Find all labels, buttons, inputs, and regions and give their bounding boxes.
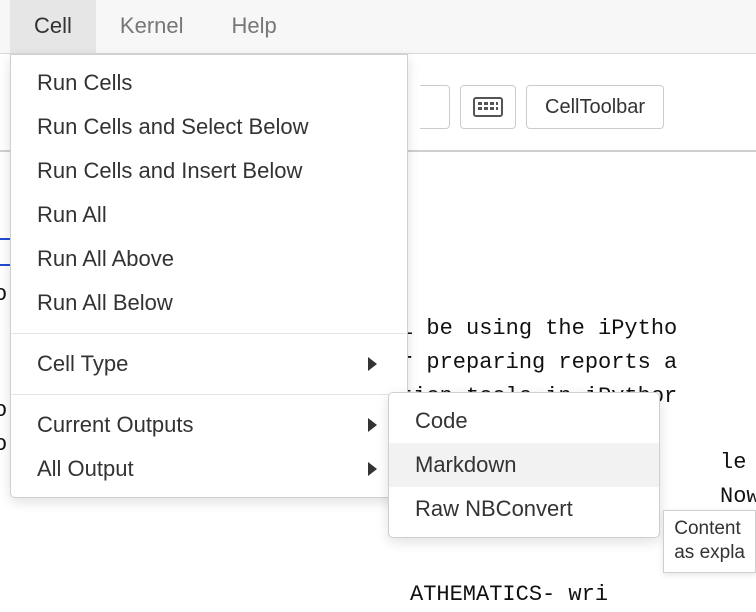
- nb-line-5: Now: [720, 484, 756, 509]
- keyboard-icon: [473, 97, 503, 117]
- menu-run-all-below-label: Run All Below: [37, 290, 173, 316]
- submenu-raw-nbconvert[interactable]: Raw NBConvert: [389, 487, 659, 531]
- partial-char-3: o: [0, 432, 7, 457]
- tooltip: Content as expla: [663, 510, 756, 573]
- menu-run-cells-insert-below-label: Run Cells and Insert Below: [37, 158, 302, 184]
- menu-run-all[interactable]: Run All: [11, 193, 407, 237]
- menu-all-output[interactable]: All Output: [11, 447, 407, 491]
- menu-run-cells-label: Run Cells: [37, 70, 132, 96]
- menu-run-cells-insert-below[interactable]: Run Cells and Insert Below: [11, 149, 407, 193]
- menu-help[interactable]: Help: [208, 0, 301, 53]
- submenu-markdown[interactable]: Markdown: [389, 443, 659, 487]
- menu-cell-type-label: Cell Type: [37, 351, 128, 377]
- partial-char-1: o: [0, 282, 7, 307]
- nb-line-2: r preparing reports a: [400, 350, 677, 375]
- menu-current-outputs-label: Current Outputs: [37, 412, 194, 438]
- menu-separator-1: [11, 333, 407, 334]
- nb-line-7: ATHEMATICS- wri: [410, 582, 608, 607]
- menu-run-cells-select-below[interactable]: Run Cells and Select Below: [11, 105, 407, 149]
- menu-all-output-label: All Output: [37, 456, 134, 482]
- menu-cell-type[interactable]: Cell Type: [11, 342, 407, 386]
- caret-right-icon: [368, 462, 377, 476]
- nb-line-4: le: [720, 450, 746, 475]
- cell-menu-dropdown: Run Cells Run Cells and Select Below Run…: [10, 54, 408, 498]
- submenu-code[interactable]: Code: [389, 399, 659, 443]
- menu-kernel[interactable]: Kernel: [96, 0, 208, 53]
- partial-char-2: o: [0, 398, 7, 423]
- command-palette-button[interactable]: [460, 85, 516, 129]
- menu-run-all-above[interactable]: Run All Above: [11, 237, 407, 281]
- menu-run-all-label: Run All: [37, 202, 107, 228]
- menu-separator-2: [11, 394, 407, 395]
- cell-type-submenu: Code Markdown Raw NBConvert: [388, 392, 660, 538]
- celltoolbar-button[interactable]: CellToolbar: [526, 85, 664, 129]
- menu-cell[interactable]: Cell: [10, 0, 96, 53]
- menu-run-all-above-label: Run All Above: [37, 246, 174, 272]
- tooltip-line-2: as expla: [674, 541, 745, 566]
- caret-right-icon: [368, 418, 377, 432]
- menu-run-cells-select-below-label: Run Cells and Select Below: [37, 114, 308, 140]
- toolbar-button-partial[interactable]: [420, 85, 450, 129]
- menu-run-cells[interactable]: Run Cells: [11, 61, 407, 105]
- tooltip-line-1: Content: [674, 517, 745, 542]
- menu-current-outputs[interactable]: Current Outputs: [11, 403, 407, 447]
- caret-right-icon: [368, 357, 377, 371]
- menubar: Cell Kernel Help: [0, 0, 756, 54]
- menu-run-all-below[interactable]: Run All Below: [11, 281, 407, 325]
- nb-line-1: l be using the iPytho: [400, 316, 677, 341]
